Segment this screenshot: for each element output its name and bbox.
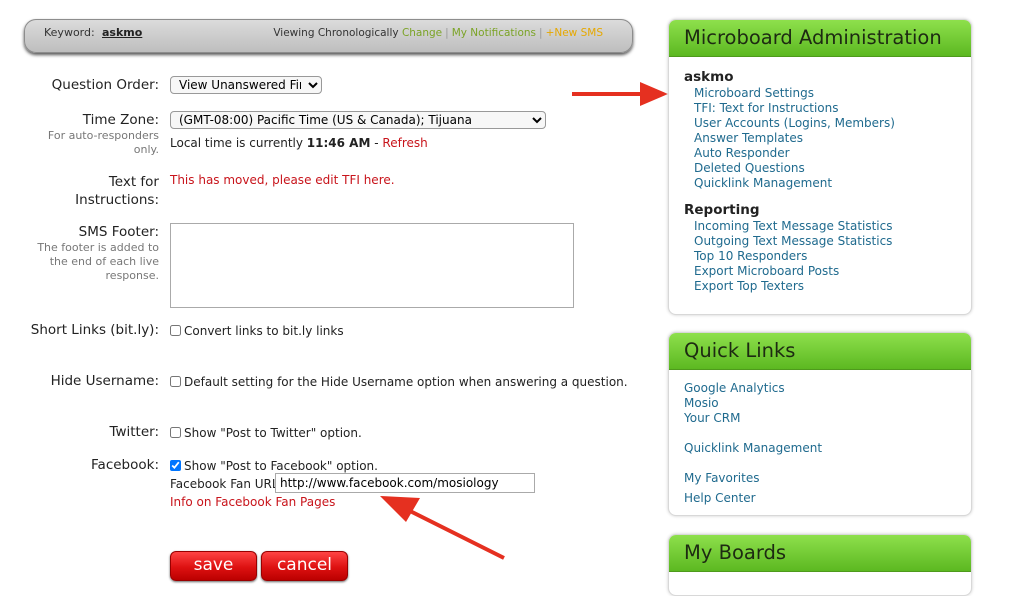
link-microboard-settings[interactable]: Microboard Settings <box>694 86 814 100</box>
link-incoming-stats[interactable]: Incoming Text Message Statistics <box>694 219 893 233</box>
facebook-fan-url-input[interactable] <box>275 473 535 493</box>
hide-username-checkbox[interactable] <box>170 376 181 387</box>
link-your-crm[interactable]: Your CRM <box>684 411 741 425</box>
annotation-arrow-up-left <box>380 496 505 560</box>
admin-section-askmo: askmo <box>684 69 734 85</box>
link-help-center[interactable]: Help Center <box>684 491 756 505</box>
link-quicklink-management-2[interactable]: Quicklink Management <box>684 441 822 455</box>
save-button[interactable]: save <box>170 551 257 581</box>
twitter-label: Twitter: <box>109 424 159 440</box>
time-zone-label: Time Zone: <box>82 112 159 128</box>
link-google-analytics[interactable]: Google Analytics <box>684 381 785 395</box>
sms-footer-textarea[interactable] <box>170 223 574 308</box>
keyword-bar-actions: Viewing Chronologically Change | My Notifi… <box>273 27 603 39</box>
local-time-prefix: Local time is currently <box>170 136 303 150</box>
facebook-checkbox-label: Show "Post to Facebook" option. <box>184 459 378 473</box>
separator: | <box>539 27 543 39</box>
sms-footer-label: SMS Footer: <box>78 224 159 240</box>
link-mosio[interactable]: Mosio <box>684 396 719 410</box>
facebook-checkbox[interactable] <box>170 460 181 471</box>
time-zone-help: For auto-responders only. <box>47 129 159 156</box>
question-order-select[interactable]: View Unanswered First <box>170 76 322 94</box>
hide-username-option[interactable]: Default setting for the Hide Username op… <box>170 375 628 389</box>
quick-links-panel: Quick Links Google Analytics Mosio Your … <box>668 332 972 516</box>
my-boards-panel: My Boards <box>668 534 972 596</box>
twitter-option[interactable]: Show "Post to Twitter" option. <box>170 426 362 440</box>
keyword-link[interactable]: askmo <box>102 26 142 39</box>
new-sms-link[interactable]: +New SMS <box>546 27 603 39</box>
sms-footer-help: The footer is added to the end of each l… <box>37 241 159 282</box>
viewing-mode-text: Viewing Chronologically <box>273 27 399 39</box>
keyword-bar: Keyword: askmo Viewing Chronologically C… <box>24 19 633 53</box>
quick-links-title: Quick Links <box>669 333 971 370</box>
admin-section-reporting: Reporting <box>684 202 760 218</box>
link-outgoing-stats[interactable]: Outgoing Text Message Statistics <box>694 234 892 248</box>
facebook-label: Facebook: <box>91 457 159 473</box>
keyword-label: Keyword: <box>44 26 95 39</box>
link-auto-responder[interactable]: Auto Responder <box>694 146 790 160</box>
annotation-arrow-right <box>572 82 668 106</box>
link-export-posts[interactable]: Export Microboard Posts <box>694 264 839 278</box>
short-links-checkbox[interactable] <box>170 325 181 336</box>
link-my-favorites[interactable]: My Favorites <box>684 471 759 485</box>
admin-panel: Microboard Administration askmo Microboa… <box>668 19 972 315</box>
link-deleted-questions[interactable]: Deleted Questions <box>694 161 805 175</box>
my-boards-title: My Boards <box>669 535 971 572</box>
separator: | <box>445 27 449 39</box>
link-export-texters[interactable]: Export Top Texters <box>694 279 804 293</box>
tfi-label: Text for Instructions: <box>75 174 159 208</box>
my-notifications-link[interactable]: My Notifications <box>452 27 536 39</box>
link-tfi[interactable]: TFI: Text for Instructions <box>694 101 839 115</box>
facebook-fan-url-label: Facebook Fan URL: <box>170 477 283 491</box>
change-view-link[interactable]: Change <box>402 27 442 39</box>
short-links-checkbox-label: Convert links to bit.ly links <box>184 324 344 338</box>
short-links-option[interactable]: Convert links to bit.ly links <box>170 324 344 338</box>
tfi-moved-link[interactable]: This has moved, please edit TFI here. <box>170 173 395 187</box>
refresh-link[interactable]: Refresh <box>382 136 427 150</box>
twitter-checkbox-label: Show "Post to Twitter" option. <box>184 426 362 440</box>
hide-username-checkbox-label: Default setting for the Hide Username op… <box>184 375 628 389</box>
local-time-line: Local time is currently 11:46 AM - Refre… <box>170 136 428 150</box>
link-answer-templates[interactable]: Answer Templates <box>694 131 803 145</box>
hide-username-label: Hide Username: <box>50 373 159 389</box>
facebook-info-link[interactable]: Info on Facebook Fan Pages <box>170 495 335 509</box>
local-time-value: 11:46 AM <box>306 136 371 150</box>
short-links-label: Short Links (bit.ly): <box>30 322 159 338</box>
link-user-accounts[interactable]: User Accounts (Logins, Members) <box>694 116 895 130</box>
admin-panel-title: Microboard Administration <box>669 20 971 57</box>
twitter-checkbox[interactable] <box>170 427 181 438</box>
time-zone-select[interactable]: (GMT-08:00) Pacific Time (US & Canada); … <box>170 111 546 129</box>
facebook-option[interactable]: Show "Post to Facebook" option. <box>170 459 378 473</box>
question-order-label: Question Order: <box>51 77 159 93</box>
cancel-button[interactable]: cancel <box>261 551 348 581</box>
dash: - <box>374 136 379 150</box>
link-quicklink-management[interactable]: Quicklink Management <box>694 176 832 190</box>
link-top-responders[interactable]: Top 10 Responders <box>694 249 807 263</box>
